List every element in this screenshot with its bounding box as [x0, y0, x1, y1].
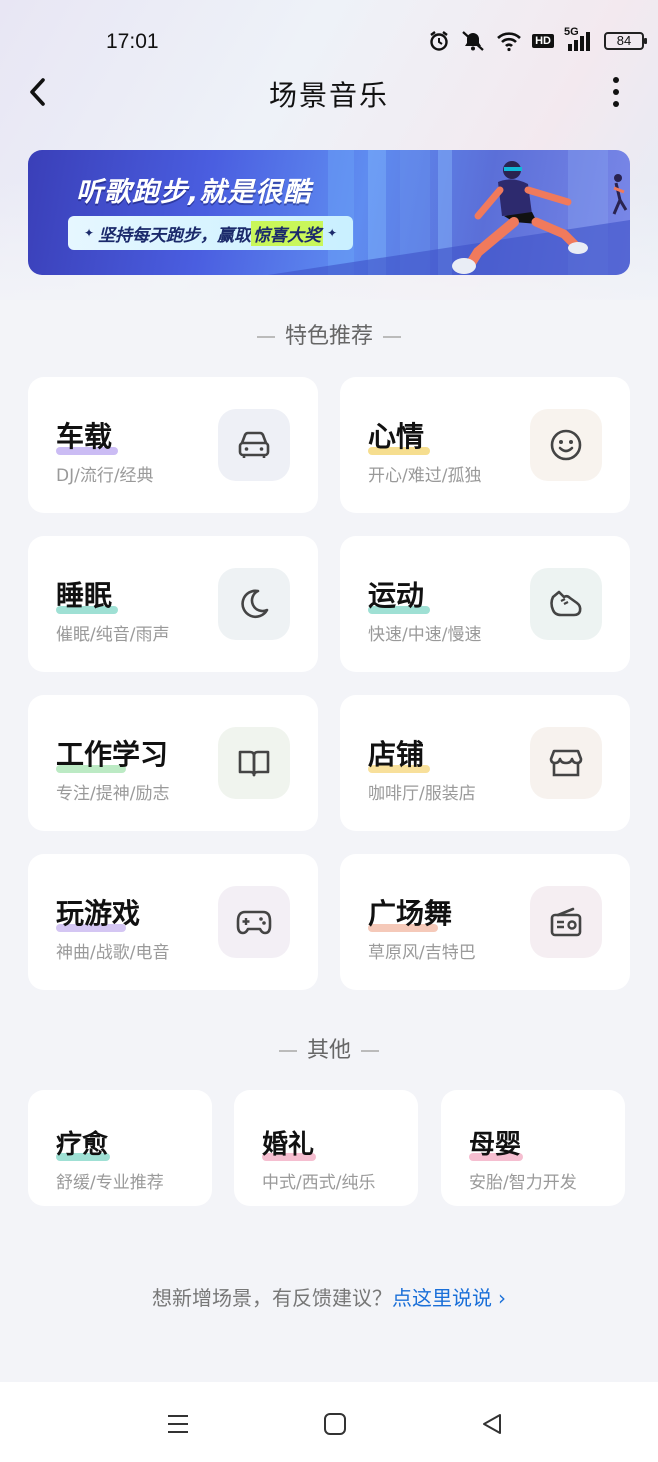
card-subtitle: 中式/西式/纯乐 — [262, 1173, 376, 1193]
scene-card-sleep[interactable]: 睡眠 催眠/纯音/雨声 — [28, 536, 318, 672]
banner-subtitle: ✦ 坚持每天跑步，赢取 惊喜大奖 ✦ — [68, 216, 354, 250]
home-icon[interactable] — [315, 1404, 355, 1444]
back-triangle-icon[interactable] — [472, 1404, 512, 1444]
card-subtitle: 催眠/纯音/雨声 — [56, 625, 170, 645]
scene-card-work-study[interactable]: 工作学习 专注/提神/励志 — [28, 695, 318, 831]
chevron-right-icon[interactable]: › — [498, 1286, 506, 1310]
scene-card-store[interactable]: 店铺 咖啡厅/服装店 — [340, 695, 630, 831]
menu-icon[interactable] — [158, 1404, 198, 1444]
radio-icon — [530, 886, 602, 958]
card-title: 运动 — [368, 579, 425, 612]
store-icon — [530, 727, 602, 799]
promo-banner[interactable]: 听歌跑步,就是很酷 ✦ 坚持每天跑步，赢取 惊喜大奖 ✦ — [28, 150, 630, 275]
sneaker-icon — [530, 568, 602, 640]
card-title: 心情 — [368, 420, 425, 453]
card-title: 玩游戏 — [56, 897, 141, 930]
car-icon — [218, 409, 290, 481]
banner-subtitle-highlight: 惊喜大奖 — [251, 220, 324, 246]
moon-icon — [218, 568, 290, 640]
card-subtitle: DJ/流行/经典 — [56, 466, 154, 486]
more-icon[interactable] — [606, 72, 626, 112]
card-title: 店铺 — [368, 738, 425, 771]
section-title-featured: 特色推荐 — [0, 318, 658, 350]
banner-subtitle-text: 坚持每天跑步，赢取 — [98, 225, 252, 246]
scene-card-gaming[interactable]: 玩游戏 神曲/战歌/电音 — [28, 854, 318, 990]
battery-icon: 84 — [604, 32, 647, 50]
card-subtitle: 咖啡厅/服装店 — [368, 784, 476, 804]
gamepad-icon — [218, 886, 290, 958]
wifi-icon — [496, 30, 522, 52]
banner-art — [268, 150, 630, 275]
sparkle-icon: ✦ — [84, 226, 95, 240]
card-subtitle: 开心/难过/孤独 — [368, 466, 482, 486]
card-title: 广场舞 — [368, 897, 453, 930]
status-bar: 17:01 HD 5G 84 — [0, 22, 658, 62]
card-subtitle: 舒缓/专业推荐 — [56, 1173, 164, 1193]
sparkle-icon: ✦ — [327, 226, 338, 240]
smile-icon — [530, 409, 602, 481]
page-title: 场景音乐 — [268, 79, 389, 112]
banner-title: 听歌跑步,就是很酷 — [76, 177, 312, 208]
card-title: 睡眠 — [56, 579, 113, 612]
scene-card-healing[interactable]: 疗愈 舒缓/专业推荐 — [28, 1090, 212, 1206]
scene-card-car[interactable]: 车载 DJ/流行/经典 — [28, 377, 318, 513]
card-subtitle: 神曲/战歌/电音 — [56, 943, 170, 963]
feedback-link[interactable]: 点这里说说 — [392, 1286, 492, 1310]
card-subtitle: 草原风/吉特巴 — [368, 943, 476, 963]
card-title: 婚礼 — [262, 1130, 315, 1160]
card-subtitle: 专注/提神/励志 — [56, 784, 170, 804]
card-title: 疗愈 — [56, 1130, 109, 1160]
status-icons: HD 5G 84 — [428, 26, 647, 52]
card-subtitle: 快速/中速/慢速 — [368, 625, 482, 645]
card-title: 工作学习 — [56, 738, 169, 771]
alarm-icon — [428, 30, 450, 52]
card-title: 母婴 — [469, 1130, 522, 1160]
feedback-prompt: 想新增场景，有反馈建议？点这里说说 › — [0, 1282, 658, 1311]
scene-card-wedding[interactable]: 婚礼 中式/西式/纯乐 — [234, 1090, 418, 1206]
card-subtitle: 安胎/智力开发 — [469, 1173, 577, 1193]
scene-card-square-dance[interactable]: 广场舞 草原风/吉特巴 — [340, 854, 630, 990]
section-title-others: 其他 — [0, 1032, 658, 1064]
feedback-text: 想新增场景，有反馈建议？ — [152, 1286, 392, 1310]
mute-icon — [460, 30, 486, 52]
book-icon — [218, 727, 290, 799]
nav-bar: 场景音乐 — [0, 68, 658, 116]
system-nav-bar — [0, 1382, 658, 1462]
scene-card-sport[interactable]: 运动 快速/中速/慢速 — [340, 536, 630, 672]
status-time: 17:01 — [106, 30, 159, 53]
hd-icon: HD — [532, 34, 554, 48]
scene-card-maternity[interactable]: 母婴 安胎/智力开发 — [441, 1090, 625, 1206]
scene-card-mood[interactable]: 心情 开心/难过/孤独 — [340, 377, 630, 513]
card-title: 车载 — [56, 420, 113, 453]
signal-icon: 5G — [564, 26, 594, 52]
